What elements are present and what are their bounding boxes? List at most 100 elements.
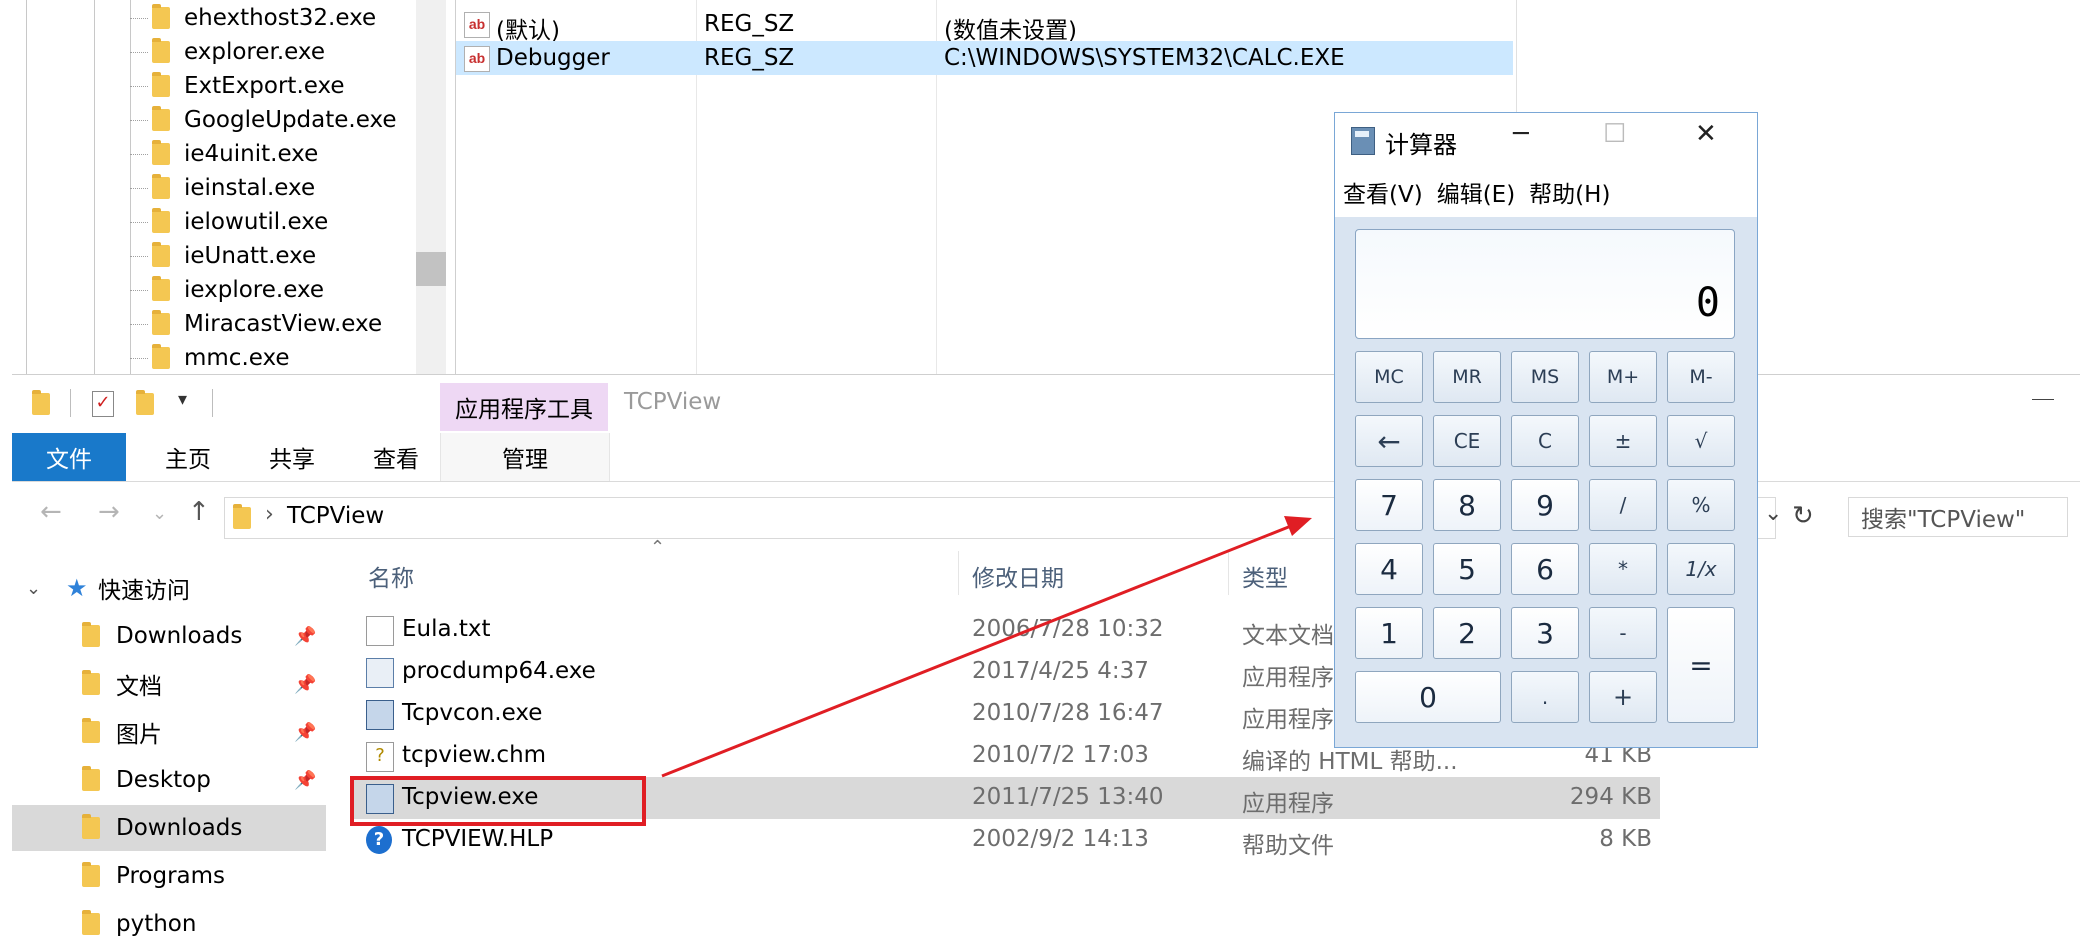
digit-6-button[interactable]: 6	[1511, 543, 1579, 595]
nav-item-label: 快速访问	[98, 578, 190, 604]
tree-item[interactable]: iexplore.exe	[130, 273, 324, 307]
nav-item-pictures[interactable]: 图片 📌	[12, 709, 326, 755]
column-divider[interactable]	[958, 551, 959, 595]
nav-item-desktop[interactable]: Desktop 📌	[12, 757, 326, 803]
clear-button[interactable]: C	[1511, 415, 1579, 467]
display-value: 0	[1695, 280, 1720, 326]
clear-entry-button[interactable]: CE	[1433, 415, 1501, 467]
tree-item[interactable]: ielowutil.exe	[130, 205, 328, 239]
digit-4-button[interactable]: 4	[1355, 543, 1423, 595]
address-bar-row: ← → ⌄ ↑ › TCPView ⌄ ↻ 搜索"TCPView"	[12, 493, 2080, 541]
pin-icon[interactable]: 📌	[294, 722, 316, 743]
tree-item[interactable]: GoogleUpdate.exe	[130, 103, 397, 137]
sort-ascending-icon: ⌃	[650, 537, 666, 558]
folder-icon[interactable]	[32, 390, 50, 415]
m-plus-button[interactable]: M+	[1589, 351, 1657, 403]
nav-item-python[interactable]: python	[12, 901, 326, 947]
reciprocal-button[interactable]: 1/x	[1667, 543, 1735, 595]
menu-view[interactable]: 查看(V)	[1343, 175, 1423, 209]
tab-share[interactable]: 共享	[240, 433, 344, 481]
negate-button[interactable]: ±	[1589, 415, 1657, 467]
pin-icon[interactable]: 📌	[294, 770, 316, 791]
tab-view[interactable]: 查看	[344, 433, 448, 481]
maximize-button[interactable]: ☐	[1603, 119, 1626, 149]
digit-8-button[interactable]: 8	[1433, 479, 1501, 531]
column-header-type[interactable]: 类型	[1242, 559, 1288, 593]
new-folder-icon[interactable]	[136, 390, 154, 415]
minimize-button[interactable]: ─	[1513, 119, 1529, 149]
pin-icon[interactable]: 📌	[294, 626, 316, 647]
mc-button[interactable]: MC	[1355, 351, 1423, 403]
nav-item-programs[interactable]: Programs	[12, 853, 326, 899]
tab-manage[interactable]: 管理	[440, 433, 610, 481]
forward-arrow-icon[interactable]: →	[98, 497, 120, 527]
tree-item[interactable]: ehexthost32.exe	[130, 1, 376, 35]
properties-icon[interactable]: ✓	[92, 391, 114, 417]
chevron-down-icon[interactable]: ▾	[178, 389, 187, 410]
m-minus-button[interactable]: M-	[1667, 351, 1735, 403]
digit-1-button[interactable]: 1	[1355, 607, 1423, 659]
multiply-button[interactable]: *	[1589, 543, 1657, 595]
refresh-icon[interactable]: ↻	[1792, 501, 1814, 531]
chevron-down-icon[interactable]: ⌄	[26, 578, 41, 599]
registry-value-row[interactable]: ab (默认) REG_SZ (数值未设置)	[456, 7, 1513, 44]
tree-item-label: ExtExport.exe	[184, 73, 345, 99]
decimal-button[interactable]: .	[1511, 671, 1579, 723]
breadcrumb-chevron-icon[interactable]: ›	[265, 502, 274, 527]
window-title: 计算器	[1385, 131, 1457, 159]
tree-item[interactable]: ieUnatt.exe	[130, 239, 316, 273]
nav-item-downloads[interactable]: Downloads 📌	[12, 613, 326, 659]
column-header-date[interactable]: 修改日期	[972, 559, 1064, 593]
digit-2-button[interactable]: 2	[1433, 607, 1501, 659]
menu-edit[interactable]: 编辑(E)	[1437, 175, 1515, 209]
chevron-down-icon[interactable]: ⌄	[152, 503, 167, 524]
digit-5-button[interactable]: 5	[1433, 543, 1501, 595]
folder-icon	[82, 862, 100, 887]
nav-quick-access[interactable]: ⌄ ★ 快速访问	[12, 565, 326, 611]
tab-home[interactable]: 主页	[136, 433, 240, 481]
nav-item-label: Downloads	[116, 815, 243, 841]
nav-item-downloads-selected[interactable]: Downloads	[12, 805, 326, 851]
breadcrumb-tcpview[interactable]: TCPView	[287, 503, 384, 529]
digit-0-button[interactable]: 0	[1355, 671, 1501, 723]
percent-button[interactable]: %	[1667, 479, 1735, 531]
file-size: 294 KB	[1569, 784, 1652, 810]
column-divider[interactable]	[1228, 551, 1229, 595]
subtract-button[interactable]: -	[1589, 607, 1657, 659]
registry-value-row-selected[interactable]: ab Debugger REG_SZ C:\WINDOWS\SYSTEM32\C…	[456, 41, 1513, 75]
tree-scrollbar[interactable]	[416, 0, 446, 374]
registry-editor-window: ehexthost32.exe explorer.exe ExtExport.e…	[0, 0, 2080, 374]
digit-9-button[interactable]: 9	[1511, 479, 1579, 531]
file-explorer-window: ✓ ▾ 应用程序工具 TCPView 文件 主页 共享 查看 管理 ← → ⌄ …	[12, 374, 2080, 941]
add-button[interactable]: +	[1589, 671, 1657, 723]
address-dropdown-icon[interactable]: ⌄	[1764, 501, 1782, 526]
tree-scrollbar-thumb[interactable]	[416, 252, 446, 286]
column-header-name[interactable]: 名称	[368, 559, 414, 593]
toolbar-separator	[212, 389, 213, 417]
digit-3-button[interactable]: 3	[1511, 607, 1579, 659]
tree-item[interactable]: ExtExport.exe	[130, 69, 345, 103]
ms-button[interactable]: MS	[1511, 351, 1579, 403]
equals-button[interactable]: =	[1667, 607, 1735, 723]
tree-item[interactable]: ieinstal.exe	[130, 171, 315, 205]
search-input[interactable]: 搜索"TCPView"	[1848, 497, 2068, 537]
up-arrow-icon[interactable]: ↑	[188, 497, 210, 527]
tree-item[interactable]: ie4uinit.exe	[130, 137, 318, 171]
minimize-button[interactable]	[2032, 399, 2054, 400]
backspace-button[interactable]: ←	[1355, 415, 1423, 467]
tab-file[interactable]: 文件	[12, 433, 126, 481]
downloads-folder-icon	[82, 622, 100, 647]
mr-button[interactable]: MR	[1433, 351, 1501, 403]
divide-button[interactable]: /	[1589, 479, 1657, 531]
tree-item[interactable]: explorer.exe	[130, 35, 325, 69]
tree-item[interactable]: mmc.exe	[130, 341, 290, 375]
menu-help[interactable]: 帮助(H)	[1529, 175, 1610, 209]
sqrt-button[interactable]: √	[1667, 415, 1735, 467]
nav-item-documents[interactable]: 文档 📌	[12, 661, 326, 707]
pin-icon[interactable]: 📌	[294, 674, 316, 695]
back-arrow-icon[interactable]: ←	[40, 497, 62, 527]
value-name: Debugger	[496, 45, 610, 71]
digit-7-button[interactable]: 7	[1355, 479, 1423, 531]
close-button[interactable]: ✕	[1695, 119, 1717, 149]
tree-item[interactable]: MiracastView.exe	[130, 307, 382, 341]
